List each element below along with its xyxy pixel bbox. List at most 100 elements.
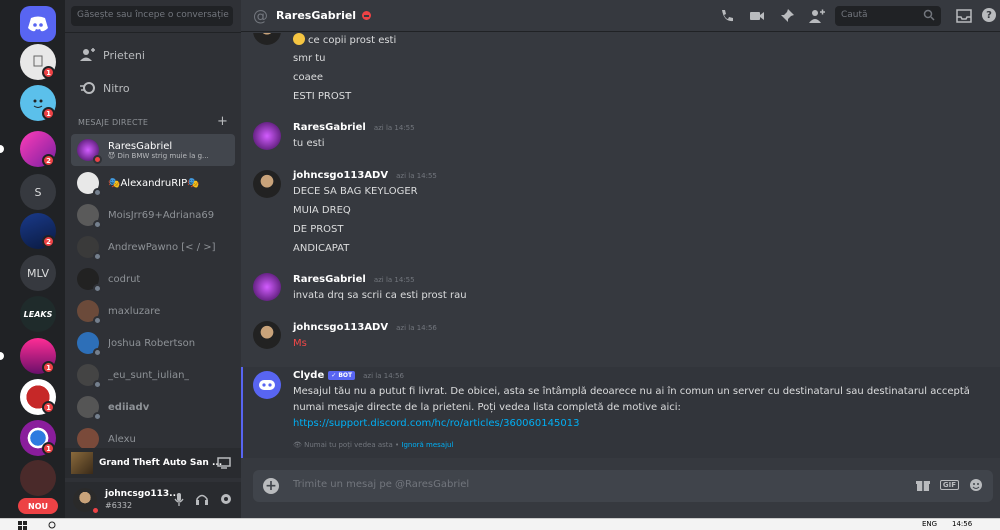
microphone-icon[interactable] xyxy=(173,492,185,506)
windows-start-icon[interactable] xyxy=(18,521,27,530)
user-avatar[interactable] xyxy=(73,488,100,515)
dm-name: Alexu xyxy=(108,433,136,445)
clyde-text-line: numai mesaje directe de la prieteni. Poț… xyxy=(293,402,681,413)
dm-item[interactable]: RaresGabriel 😈 Din BMW strig muie la g..… xyxy=(71,134,235,166)
message-author[interactable]: johncsgo113ADV azi la 14:56 xyxy=(293,322,437,333)
friends-icon xyxy=(73,48,103,62)
screen-share-icon[interactable] xyxy=(217,457,231,469)
dm-item[interactable]: AndrewPawno [< / >] xyxy=(71,232,235,262)
status-dnd-icon xyxy=(362,11,372,20)
dm-custom-status: 😈 Din BMW strig muie la g... xyxy=(108,151,209,160)
nav-friends[interactable]: Prieteni xyxy=(73,41,235,69)
server-icon[interactable]: S xyxy=(20,174,56,210)
unread-badge: 2 xyxy=(42,154,55,167)
unread-badge: 1 xyxy=(42,442,55,455)
inbox-icon[interactable] xyxy=(956,8,972,24)
discord-app: 1 1 2 S 2 MLV LEAKS 1 1 1 NOU Găsește sa… xyxy=(0,0,1000,530)
activity-panel[interactable]: Grand Theft Auto San ... xyxy=(65,448,241,478)
avatar[interactable] xyxy=(253,321,281,349)
dm-item[interactable]: _eu_sunt_iulian_ xyxy=(71,360,235,390)
dm-item[interactable]: ediiadv xyxy=(71,392,235,422)
nav-nitro[interactable]: Nitro xyxy=(73,74,235,102)
message-author[interactable]: johncsgo113ADV azi la 14:55 xyxy=(293,170,437,181)
timestamp: azi la 14:56 xyxy=(363,372,404,380)
message-author[interactable]: RaresGabriel azi la 14:55 xyxy=(293,274,415,285)
voice-call-icon[interactable] xyxy=(719,8,735,24)
nav-label: Nitro xyxy=(103,81,130,95)
clyde-avatar[interactable] xyxy=(253,371,281,399)
status-offline-icon xyxy=(93,316,102,325)
dm-name: ediiadv xyxy=(108,401,150,413)
dm-name: Joshua Robertson xyxy=(108,337,196,349)
home-button[interactable] xyxy=(20,6,56,42)
message-list: ce copii prost esti smr tu coaee ESTI PR… xyxy=(241,33,1000,458)
user-discriminator: #6332 xyxy=(105,501,133,510)
server-icon[interactable] xyxy=(20,460,56,496)
avatar[interactable] xyxy=(253,33,281,45)
emoji-picker-icon[interactable] xyxy=(969,478,983,492)
dismiss-message-link[interactable]: Ignoră mesajul xyxy=(401,441,453,449)
status-offline-icon xyxy=(93,188,102,197)
gif-button[interactable]: GIF xyxy=(939,480,959,490)
timestamp: azi la 14:55 xyxy=(373,124,415,132)
pin-icon[interactable] xyxy=(779,8,795,24)
chat-search-input[interactable]: Caută xyxy=(835,6,941,26)
clock[interactable]: 14:56 xyxy=(952,520,972,528)
dm-name: RaresGabriel xyxy=(108,140,173,152)
search-placeholder: Caută xyxy=(841,10,868,20)
language-indicator[interactable]: ENG xyxy=(922,520,937,528)
avatar[interactable] xyxy=(253,122,281,150)
clyde-text-line: Mesajul tău nu a putut fi livrat. De obi… xyxy=(293,386,970,397)
status-offline-icon xyxy=(93,220,102,229)
gift-icon[interactable] xyxy=(915,478,930,492)
message-composer[interactable]: + Trimite un mesaj pe @RaresGabriel GIF xyxy=(253,470,993,502)
avatar[interactable] xyxy=(253,170,281,198)
timestamp: azi la 14:55 xyxy=(373,276,415,284)
dm-item[interactable]: Joshua Robertson xyxy=(71,328,235,358)
dm-item[interactable]: MoisJrr69+Adriana69 xyxy=(71,200,235,230)
support-link[interactable]: https://support.discord.com/hc/ro/articl… xyxy=(293,418,579,429)
avatar xyxy=(77,332,102,357)
status-offline-icon xyxy=(93,348,102,357)
timestamp: azi la 14:55 xyxy=(396,172,437,180)
dm-name: _eu_sunt_iulian_ xyxy=(108,369,190,381)
server-icon[interactable]: MLV xyxy=(20,255,56,291)
dm-item[interactable]: 🎭AlexandruRIP🎭 xyxy=(71,168,235,198)
dm-name: MoisJrr69+Adriana69 xyxy=(108,209,215,221)
chat-area: @ RaresGabriel Caută ? ce copii prost es… xyxy=(241,0,1000,518)
at-icon: @ xyxy=(253,6,268,25)
taskbar-search-icon[interactable] xyxy=(48,521,57,530)
status-dnd-icon xyxy=(91,506,100,515)
headphones-icon[interactable] xyxy=(195,492,209,506)
new-servers-badge[interactable]: NOU xyxy=(18,498,58,514)
unread-badge: 1 xyxy=(42,361,55,374)
upload-plus-icon[interactable]: + xyxy=(263,478,279,494)
dm-name: AndrewPawno [< / >] xyxy=(108,241,216,253)
avatar xyxy=(77,139,102,164)
unread-badge: 1 xyxy=(42,401,55,414)
discord-logo-icon xyxy=(28,16,48,32)
settings-gear-icon[interactable] xyxy=(219,492,233,506)
avatar xyxy=(77,204,102,229)
chat-header: @ RaresGabriel Caută ? xyxy=(241,0,1000,32)
message-input[interactable]: Trimite un mesaj pe @RaresGabriel xyxy=(293,479,469,490)
dm-item[interactable]: codrut xyxy=(71,264,235,294)
help-icon[interactable]: ? xyxy=(982,8,996,22)
clyde-robot-icon xyxy=(259,380,275,390)
message-text: tu esti xyxy=(293,138,325,149)
video-call-icon[interactable] xyxy=(749,8,765,24)
server-icon[interactable]: LEAKS xyxy=(20,296,56,332)
message-author[interactable]: Clyde ✓ BOT azi la 14:56 xyxy=(293,370,404,381)
os-taskbar: ENG 14:56 xyxy=(0,518,1000,530)
avatar xyxy=(77,396,102,421)
conversation-search[interactable]: Găsește sau începe o conversație xyxy=(71,6,233,26)
avatar[interactable] xyxy=(253,273,281,301)
message-text: coaee xyxy=(293,72,324,83)
create-dm-plus-icon[interactable]: + xyxy=(217,114,228,129)
message-text: DECE SA BAG KEYLOGER xyxy=(293,186,418,197)
dm-item[interactable]: maxluzare xyxy=(71,296,235,326)
add-friend-to-dm-icon[interactable] xyxy=(809,8,825,24)
message-author[interactable]: RaresGabriel azi la 14:55 xyxy=(293,122,415,133)
status-offline-icon xyxy=(93,252,102,261)
server-label: MLV xyxy=(27,266,49,280)
